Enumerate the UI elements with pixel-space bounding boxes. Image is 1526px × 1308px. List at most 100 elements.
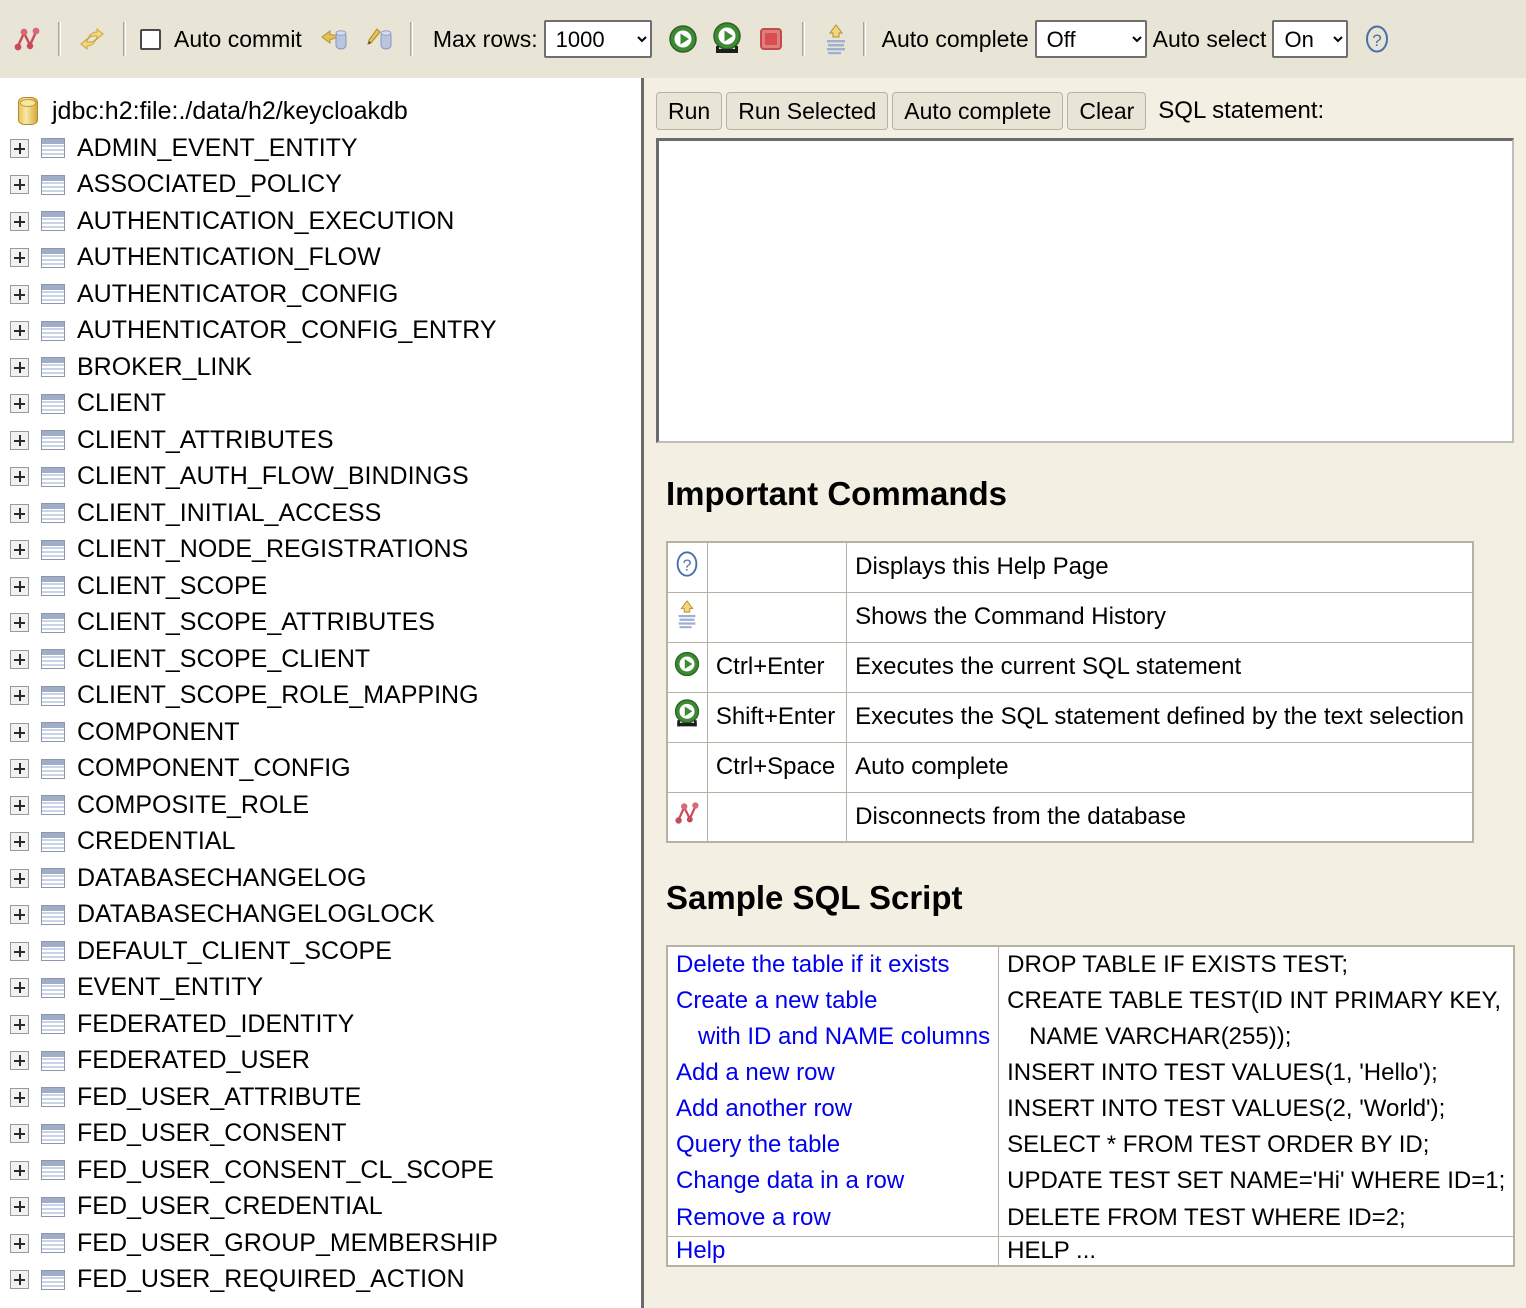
run-selected-button[interactable]: Run Selected	[726, 91, 889, 131]
expand-icon[interactable]	[10, 1233, 29, 1253]
tree-item[interactable]: FEDERATED_IDENTITY	[10, 1006, 641, 1043]
auto-select-select[interactable]: On	[1272, 20, 1349, 58]
expand-icon[interactable]	[10, 905, 29, 925]
script-description-line[interactable]: Delete the table if it exists	[676, 947, 990, 983]
refresh-icon[interactable]	[75, 22, 109, 56]
tree-root-node[interactable]: jdbc:h2:file:./data/h2/keycloakdb	[10, 92, 641, 130]
disconnect-icon[interactable]	[10, 22, 44, 56]
expand-icon[interactable]	[10, 1087, 29, 1107]
expand-icon[interactable]	[10, 978, 29, 998]
script-description-line[interactable]: Query the table	[676, 1127, 990, 1163]
auto-complete-select[interactable]: Off	[1034, 20, 1147, 58]
expand-icon[interactable]	[10, 795, 29, 815]
history-icon[interactable]	[666, 591, 708, 643]
expand-icon[interactable]	[10, 467, 29, 487]
script-description-line[interactable]: Change data in a row	[676, 1163, 990, 1199]
expand-icon[interactable]	[10, 941, 29, 961]
script-description-line[interactable]: with ID and NAME columns	[676, 1019, 990, 1055]
expand-icon[interactable]	[10, 211, 29, 231]
expand-icon[interactable]	[10, 613, 29, 633]
tree-item[interactable]: COMPONENT_CONFIG	[10, 751, 641, 788]
run-button[interactable]: Run	[656, 91, 723, 131]
expand-icon[interactable]	[10, 649, 29, 669]
run-selected-icon[interactable]	[666, 691, 708, 743]
tree-item[interactable]: AUTHENTICATION_FLOW	[10, 240, 641, 277]
commit-icon[interactable]	[362, 22, 396, 56]
expand-icon[interactable]	[10, 357, 29, 377]
tree-item[interactable]: COMPOSITE_ROLE	[10, 787, 641, 824]
expand-icon[interactable]	[10, 1051, 29, 1071]
run-selected-icon[interactable]	[710, 22, 744, 56]
tree-item[interactable]: ASSOCIATED_POLICY	[10, 167, 641, 204]
tree-item[interactable]: CLIENT	[10, 386, 641, 423]
script-description-line[interactable]: Add a new row	[676, 1055, 990, 1091]
tree-item[interactable]: DATABASECHANGELOGLOCK	[10, 897, 641, 934]
tree-item[interactable]: BROKER_LINK	[10, 349, 641, 386]
tree-item[interactable]: CLIENT_AUTH_FLOW_BINDINGS	[10, 459, 641, 496]
help-icon[interactable]: ?	[666, 541, 708, 593]
tree-item[interactable]: EVENT_ENTITY	[10, 970, 641, 1007]
history-icon[interactable]	[819, 22, 853, 56]
tree-item[interactable]: CLIENT_ATTRIBUTES	[10, 422, 641, 459]
tree-item[interactable]: DEFAULT_CLIENT_SCOPE	[10, 933, 641, 970]
command-description: Executes the SQL statement defined by th…	[846, 691, 1474, 743]
max-rows-select[interactable]: 1000	[543, 20, 652, 58]
expand-icon[interactable]	[10, 1124, 29, 1144]
tree-item[interactable]: FED_USER_REQUIRED_ACTION	[10, 1262, 641, 1299]
clear-button[interactable]: Clear	[1067, 91, 1147, 131]
tree-item[interactable]: COMPONENT	[10, 714, 641, 751]
help-icon[interactable]: ?	[1360, 22, 1394, 56]
expand-icon[interactable]	[10, 248, 29, 268]
rollback-icon[interactable]	[316, 22, 350, 56]
tree-item[interactable]: AUTHENTICATION_EXECUTION	[10, 203, 641, 240]
tree-item[interactable]: FEDERATED_USER	[10, 1043, 641, 1080]
auto-commit-checkbox[interactable]	[140, 28, 161, 50]
tree-item[interactable]: FED_USER_CREDENTIAL	[10, 1189, 641, 1226]
run-icon[interactable]	[666, 22, 700, 56]
expand-icon[interactable]	[10, 138, 29, 158]
disconnect-icon[interactable]	[666, 791, 708, 843]
expand-icon[interactable]	[10, 1014, 29, 1034]
tree-item[interactable]: FED_USER_CONSENT	[10, 1116, 641, 1153]
tree-item[interactable]: FED_USER_GROUP_MEMBERSHIP	[10, 1225, 641, 1262]
expand-icon[interactable]	[10, 686, 29, 706]
expand-icon[interactable]	[10, 175, 29, 195]
expand-icon[interactable]	[10, 321, 29, 341]
expand-icon[interactable]	[10, 576, 29, 596]
auto-complete-button[interactable]: Auto complete	[892, 91, 1064, 131]
tree-item[interactable]: FED_USER_ATTRIBUTE	[10, 1079, 641, 1116]
sql-statement-input[interactable]	[656, 138, 1514, 443]
tree-item[interactable]: CLIENT_NODE_REGISTRATIONS	[10, 532, 641, 569]
tree-item[interactable]: CLIENT_SCOPE	[10, 568, 641, 605]
expand-icon[interactable]	[10, 1197, 29, 1217]
expand-icon[interactable]	[10, 394, 29, 414]
expand-icon[interactable]	[10, 759, 29, 779]
script-description-line[interactable]: Remove a row	[676, 1200, 990, 1236]
stop-icon[interactable]	[754, 22, 788, 56]
script-description-line[interactable]: Create a new table	[676, 983, 990, 1019]
expand-icon[interactable]	[10, 430, 29, 450]
run-icon[interactable]	[666, 641, 708, 693]
command-row: Shows the Command History	[666, 591, 1474, 643]
tree-item[interactable]: DATABASECHANGELOG	[10, 860, 641, 897]
script-description-line[interactable]: Add another row	[676, 1091, 990, 1127]
expand-icon[interactable]	[10, 284, 29, 304]
script-sql-line: INSERT INTO TEST VALUES(1, 'Hello');	[1007, 1059, 1438, 1087]
tree-item[interactable]: AUTHENTICATOR_CONFIG_ENTRY	[10, 313, 641, 350]
expand-icon[interactable]	[10, 832, 29, 852]
tree-item[interactable]: CREDENTIAL	[10, 824, 641, 861]
tree-item[interactable]: CLIENT_INITIAL_ACCESS	[10, 495, 641, 532]
expand-icon[interactable]	[10, 1270, 29, 1290]
expand-icon[interactable]	[10, 1160, 29, 1180]
expand-icon[interactable]	[10, 503, 29, 523]
tree-item[interactable]: CLIENT_SCOPE_ATTRIBUTES	[10, 605, 641, 642]
tree-item[interactable]: CLIENT_SCOPE_CLIENT	[10, 641, 641, 678]
expand-icon[interactable]	[10, 722, 29, 742]
tree-item[interactable]: FED_USER_CONSENT_CL_SCOPE	[10, 1152, 641, 1189]
tree-item[interactable]: ADMIN_EVENT_ENTITY	[10, 130, 641, 167]
script-help-link[interactable]: Help	[666, 1235, 1000, 1267]
tree-item[interactable]: CLIENT_SCOPE_ROLE_MAPPING	[10, 678, 641, 715]
expand-icon[interactable]	[10, 540, 29, 560]
tree-item[interactable]: AUTHENTICATOR_CONFIG	[10, 276, 641, 313]
expand-icon[interactable]	[10, 868, 29, 888]
